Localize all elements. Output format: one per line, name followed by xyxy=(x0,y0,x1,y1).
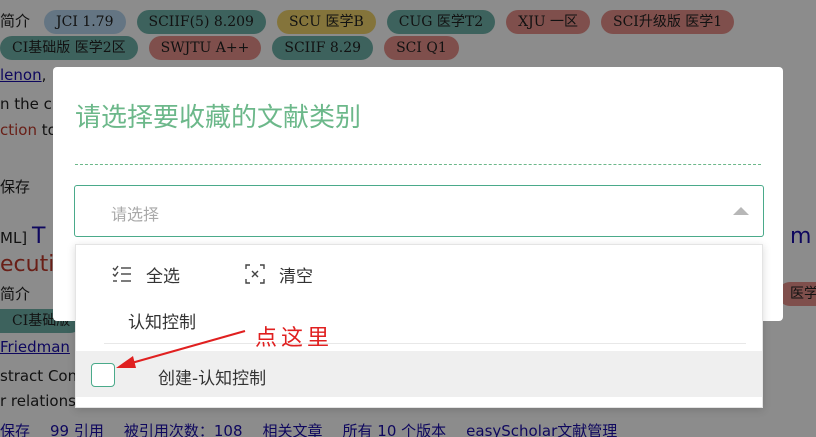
caret-up-icon[interactable] xyxy=(733,207,749,215)
option-label: 创建-认知控制 xyxy=(158,369,267,389)
option-create-cognitive-control[interactable]: 创建-认知控制 xyxy=(76,351,762,397)
select-all-icon xyxy=(112,265,131,282)
select-all-button[interactable]: 全选 xyxy=(112,259,180,289)
category-select[interactable]: 请选择 xyxy=(74,185,764,237)
group-label: 认知控制 xyxy=(128,313,196,333)
annotation-label: 点这里 xyxy=(255,326,334,351)
clear-button[interactable]: 清空 xyxy=(245,259,313,289)
option-checkbox[interactable] xyxy=(91,363,115,387)
modal-title: 请选择要收藏的文献类别 xyxy=(75,103,362,133)
clear-icon xyxy=(245,264,265,284)
select-all-label: 全选 xyxy=(146,266,180,287)
category-dropdown: 全选 清空 认知控制 创建-认知控制 xyxy=(75,244,763,408)
clear-label: 清空 xyxy=(279,266,313,287)
group-divider xyxy=(104,343,746,344)
dropdown-toolbar: 全选 清空 xyxy=(76,259,762,289)
select-placeholder: 请选择 xyxy=(111,205,160,224)
modal-divider xyxy=(75,164,761,165)
